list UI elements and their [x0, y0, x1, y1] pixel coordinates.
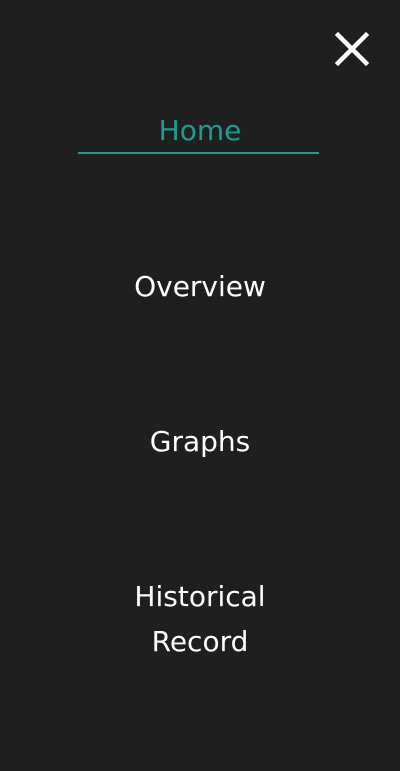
nav-item-home[interactable]: Home: [0, 108, 400, 153]
nav-item-home-label: Home: [158, 114, 242, 147]
close-button[interactable]: [334, 31, 370, 67]
nav-item-graphs-label: Graphs: [149, 425, 251, 458]
nav-item-historical-label-line-1: Historical: [134, 580, 266, 613]
nav-item-historical-record[interactable]: Historical Record: [0, 574, 400, 664]
close-icon: [334, 31, 370, 67]
nav-item-historical-label-line-2: Record: [151, 625, 249, 658]
nav-item-graphs[interactable]: Graphs: [0, 419, 400, 464]
active-underline: [78, 152, 319, 154]
nav-item-overview-label: Overview: [134, 270, 266, 303]
nav-item-overview[interactable]: Overview: [0, 264, 400, 309]
